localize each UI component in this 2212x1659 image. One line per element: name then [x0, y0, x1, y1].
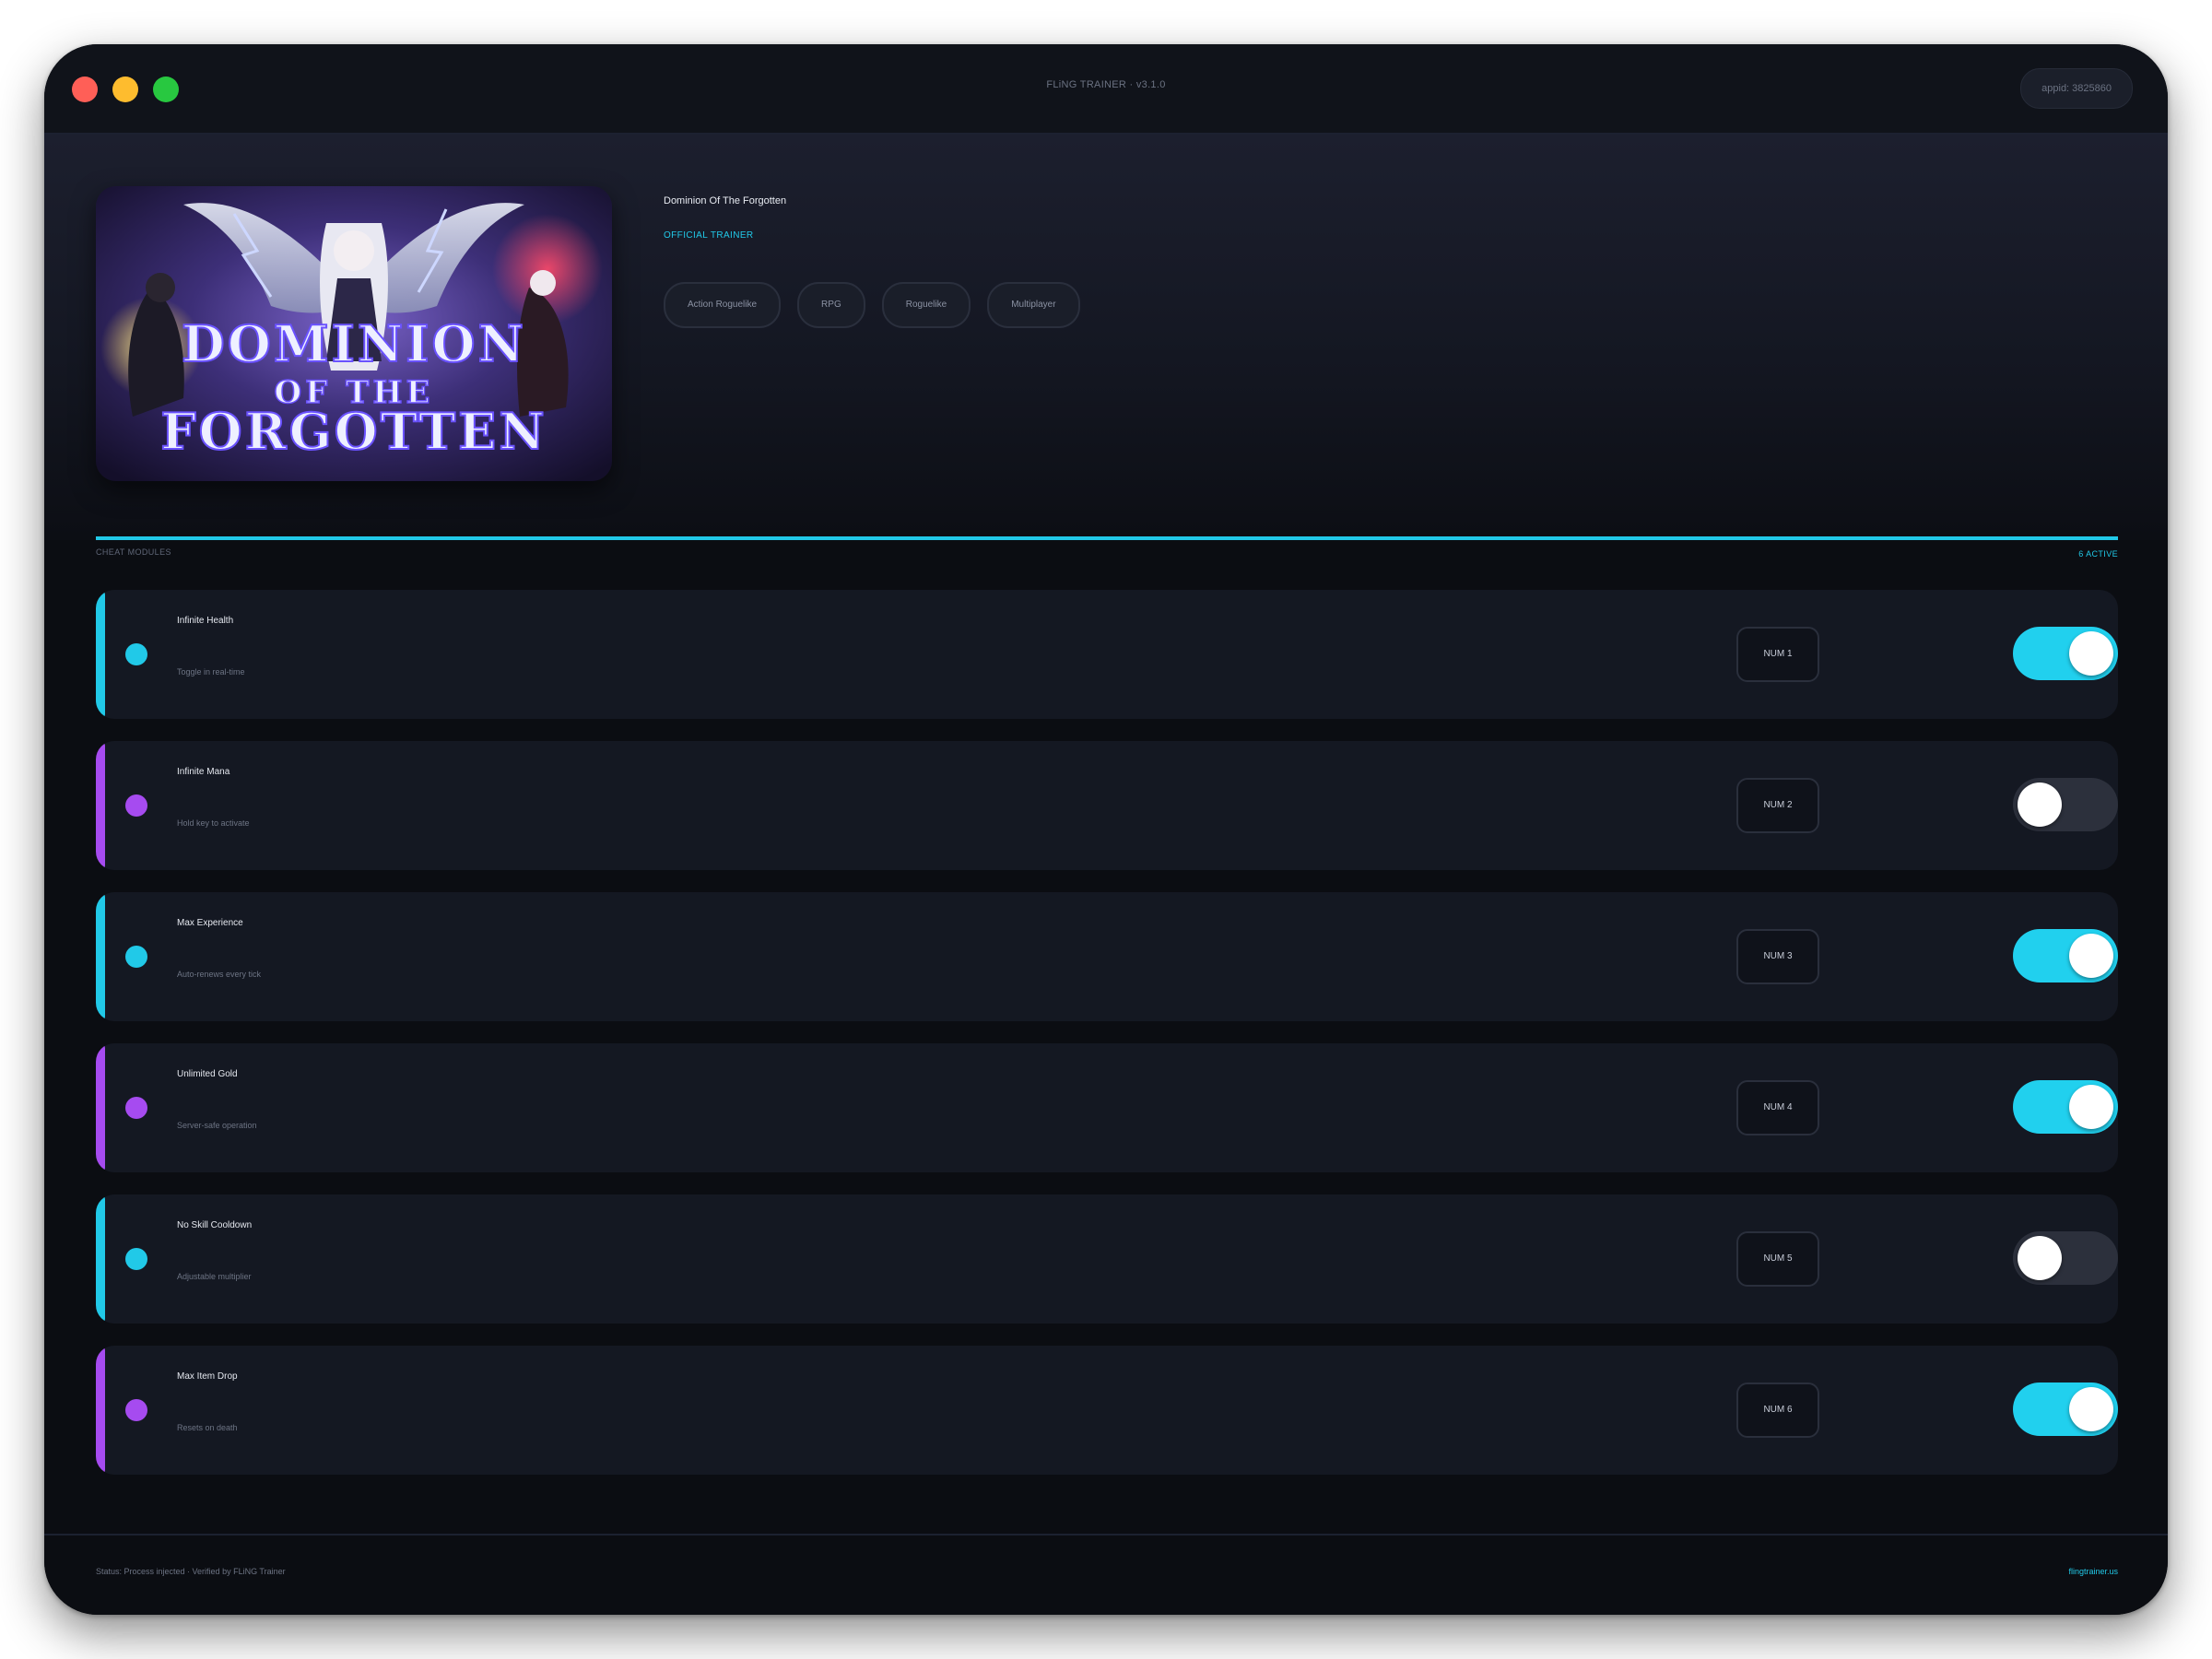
section-label: CHEAT MODULES	[96, 547, 171, 557]
hotkey-button[interactable]: NUM 6	[1736, 1382, 1819, 1438]
toggle-knob	[2069, 631, 2113, 676]
tag-roguelike[interactable]: Roguelike	[881, 282, 971, 328]
hotkey-button[interactable]: NUM 5	[1736, 1231, 1819, 1287]
trainer-window: FLiNG TRAINER · v3.1.0 appid: 3825860 DO…	[44, 44, 2168, 1615]
status-dot-icon	[125, 643, 147, 665]
game-cover-art: DOMINION OF THE FORGOTTEN	[96, 186, 612, 481]
cheat-description: Adjustable multiplier	[177, 1272, 252, 1281]
toggle-knob	[2018, 1236, 2062, 1280]
cheat-row-infinite-mana: Infinite Mana Hold key to activate NUM 2	[96, 741, 2118, 870]
tag-rpg[interactable]: RPG	[797, 282, 865, 328]
row-accent-bar	[96, 1346, 105, 1475]
cheat-module-list: Infinite Health Toggle in real-time NUM …	[96, 590, 2118, 1497]
cover-text-line3: FORGOTTEN	[160, 402, 547, 461]
genre-tags: Action Roguelike RPG Roguelike Multiplay…	[664, 282, 1080, 328]
cheat-description: Resets on death	[177, 1423, 238, 1432]
toggle-knob	[2069, 1085, 2113, 1129]
window-title: FLiNG TRAINER · v3.1.0	[1046, 79, 1166, 90]
game-header: DOMINION OF THE FORGOTTEN Dominion Of Th…	[44, 135, 2168, 540]
cheat-row-unlimited-gold: Unlimited Gold Server-safe operation NUM…	[96, 1043, 2118, 1172]
row-accent-bar	[96, 892, 105, 1021]
active-count: 6 ACTIVE	[2078, 549, 2118, 559]
toggle-knob	[2018, 782, 2062, 827]
cheat-name: No Skill Cooldown	[177, 1220, 253, 1230]
cheat-toggle[interactable]	[2013, 627, 2118, 680]
appid-badge: appid: 3825860	[2020, 68, 2133, 109]
cheat-name: Infinite Health	[177, 616, 234, 626]
row-accent-bar	[96, 1194, 105, 1324]
hotkey-button[interactable]: NUM 1	[1736, 627, 1819, 682]
cheat-description: Auto-renews every tick	[177, 970, 262, 979]
cheat-toggle[interactable]	[2013, 1382, 2118, 1436]
status-dot-icon	[125, 1399, 147, 1421]
toggle-knob	[2069, 1387, 2113, 1431]
cover-artwork-icon: DOMINION OF THE FORGOTTEN	[96, 186, 612, 481]
row-accent-bar	[96, 590, 105, 719]
cheat-description: Server-safe operation	[177, 1121, 257, 1130]
cheat-name: Max Experience	[177, 918, 243, 928]
status-text: Status: Process injected · Verified by F…	[96, 1567, 286, 1576]
cheat-description: Hold key to activate	[177, 818, 250, 828]
hotkey-button[interactable]: NUM 4	[1736, 1080, 1819, 1135]
status-dot-icon	[125, 946, 147, 968]
cheat-row-max-experience: Max Experience Auto-renews every tick NU…	[96, 892, 2118, 1021]
cover-text-line1: DOMINION	[182, 314, 526, 373]
status-dot-icon	[125, 794, 147, 817]
cheat-description: Toggle in real-time	[177, 667, 245, 677]
status-dot-icon	[125, 1097, 147, 1119]
cheat-name: Max Item Drop	[177, 1371, 238, 1382]
hotkey-button[interactable]: NUM 2	[1736, 778, 1819, 833]
cheat-toggle[interactable]	[2013, 929, 2118, 982]
website-link[interactable]: flingtrainer.us	[2068, 1567, 2118, 1576]
toggle-knob	[2069, 934, 2113, 978]
tag-action-roguelike[interactable]: Action Roguelike	[664, 282, 782, 328]
section-divider	[96, 536, 2118, 540]
game-title: Dominion Of The Forgotten	[664, 195, 787, 206]
cheat-toggle[interactable]	[2013, 1080, 2118, 1134]
hotkey-button[interactable]: NUM 3	[1736, 929, 1819, 984]
row-accent-bar	[96, 741, 105, 870]
row-accent-bar	[96, 1043, 105, 1172]
tag-multiplayer[interactable]: Multiplayer	[987, 282, 1080, 328]
title-bar: FLiNG TRAINER · v3.1.0 appid: 3825860	[44, 44, 2168, 135]
status-dot-icon	[125, 1248, 147, 1270]
cheat-toggle[interactable]	[2013, 1231, 2118, 1285]
official-trainer-label: OFFICIAL TRAINER	[664, 230, 754, 241]
cheat-toggle[interactable]	[2013, 778, 2118, 831]
cheat-name: Unlimited Gold	[177, 1069, 238, 1079]
status-footer: Status: Process injected · Verified by F…	[44, 1534, 2168, 1615]
cheat-name: Infinite Mana	[177, 767, 230, 777]
cheat-row-max-item-drop: Max Item Drop Resets on death NUM 6	[96, 1346, 2118, 1475]
cheat-row-infinite-health: Infinite Health Toggle in real-time NUM …	[96, 590, 2118, 719]
cheat-row-no-skill-cooldown: No Skill Cooldown Adjustable multiplier …	[96, 1194, 2118, 1324]
